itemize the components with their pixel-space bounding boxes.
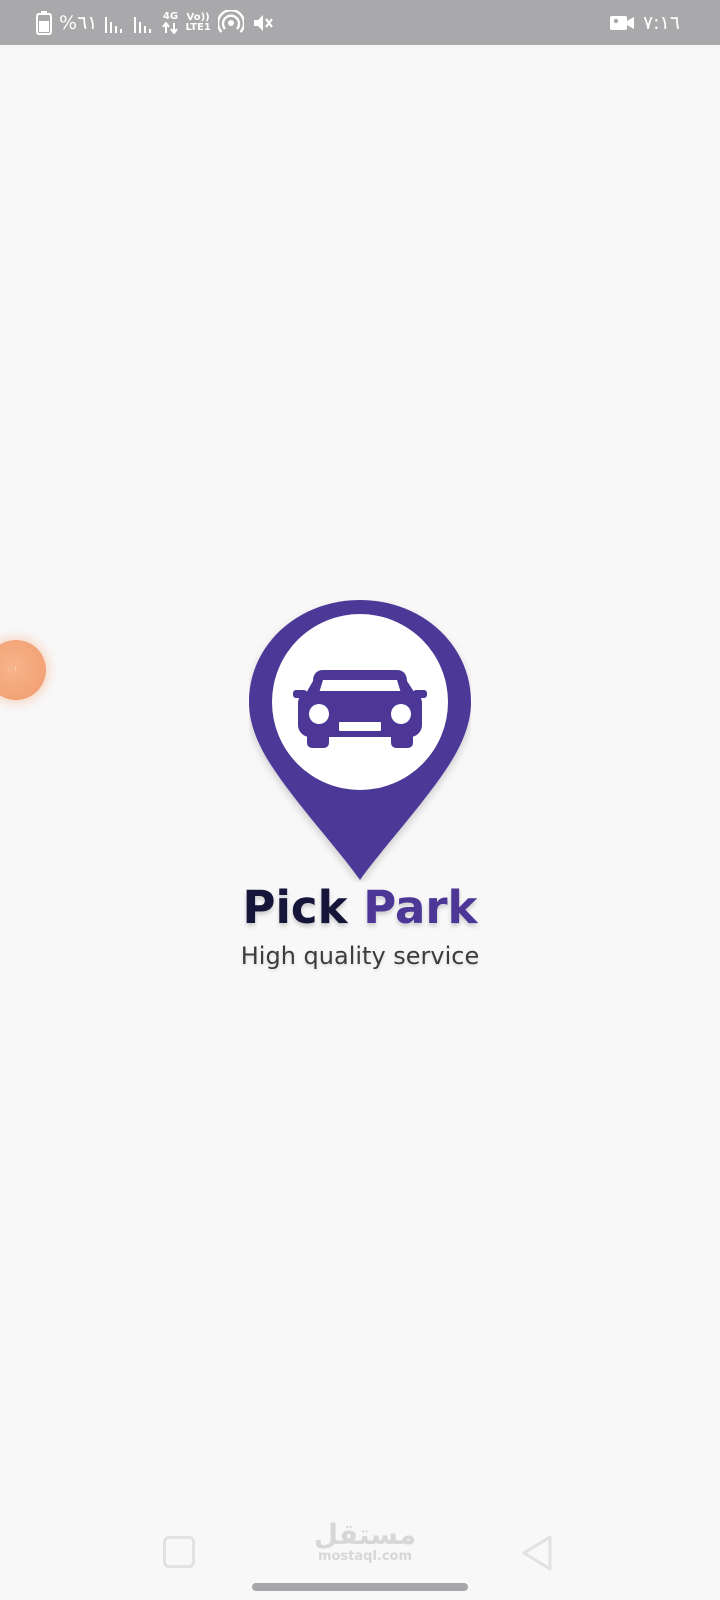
- app-title: Pick Park: [0, 880, 720, 936]
- status-time: ٧:١٦: [642, 11, 680, 34]
- network-type-group: 4G: [162, 11, 179, 34]
- volte-group: Vo)) LTE1: [185, 13, 210, 33]
- app-tagline: High quality service: [240, 942, 480, 970]
- back-triangle-icon[interactable]: [520, 1534, 554, 1576]
- floating-timer-bubble[interactable]: ٠:٠١: [0, 640, 46, 700]
- status-right-group: ٧:١٦: [609, 6, 680, 40]
- network-type-label: 4G: [162, 11, 179, 22]
- status-bar: %٦١ 4G Vo)) LTE1 ٧:١٦: [0, 0, 720, 45]
- hotspot-icon: [217, 10, 244, 36]
- app-title-park: Park: [363, 881, 478, 934]
- car-icon: [293, 670, 427, 748]
- home-indicator[interactable]: [252, 1583, 468, 1591]
- signal-icon: [133, 13, 155, 33]
- watermark-arabic: مستقل: [313, 1518, 417, 1551]
- battery-percent: %٦١: [59, 11, 98, 34]
- watermark-logo: مستقل mostaql.com: [310, 1520, 420, 1564]
- video-camera-icon: [609, 13, 635, 33]
- map-pin-car-icon: [249, 600, 471, 886]
- mute-icon: [251, 11, 275, 35]
- floating-bubble-label: ٠:٠١: [4, 665, 18, 673]
- volte-bottom-label: LTE1: [185, 22, 211, 33]
- signal-icon: [104, 13, 126, 33]
- watermark-latin: mostaql.com: [317, 1549, 413, 1564]
- data-arrows-icon: [162, 22, 179, 34]
- recents-square-icon[interactable]: [163, 1536, 195, 1568]
- battery-icon: [36, 11, 52, 35]
- app-title-pick: Pick: [242, 881, 348, 934]
- status-left-group: %٦١ 4G Vo)) LTE1: [36, 6, 275, 40]
